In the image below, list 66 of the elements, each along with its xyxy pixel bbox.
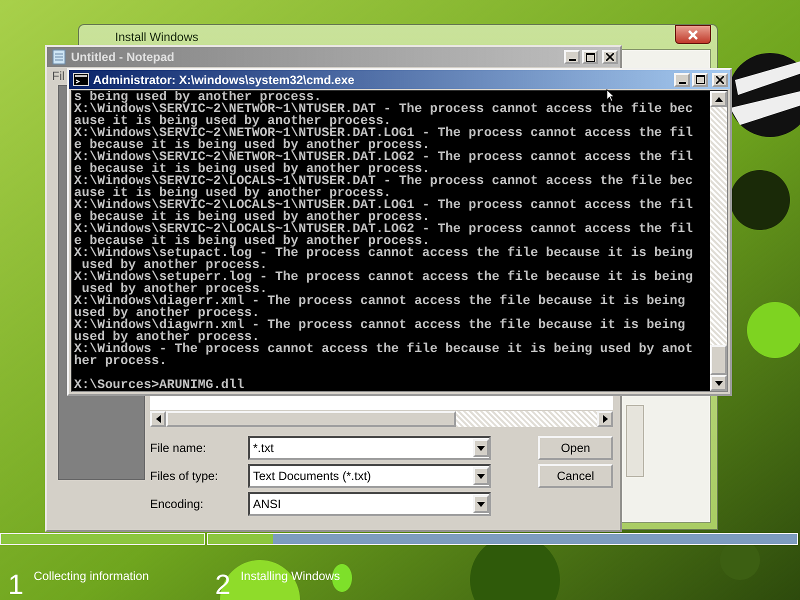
dropdown-arrow-icon (477, 502, 485, 506)
scrollbar-thumb[interactable] (710, 345, 727, 375)
right-arrow-icon (602, 415, 608, 423)
console-line: her process. (74, 355, 167, 367)
maximize-icon (586, 52, 594, 62)
window-title: Administrator: X:\windows\system32\cmd.exe (93, 72, 356, 86)
combo-box[interactable]: *.txt (248, 436, 491, 460)
step-number: 2 (215, 569, 231, 600)
console-line: X:\Windows\SERVIC~2\LOCALS~1\NTUSER.DAT - The process cannot access the file bec (74, 175, 693, 187)
console-line: X:\Windows - The process cannot access the file because it is being used by anot (74, 343, 693, 355)
console-prompt: X:\Sources>ARUNIMG.dll (74, 379, 244, 391)
field-label: Files of type: (150, 469, 220, 483)
combo-box[interactable]: Text Documents (*.txt) (248, 464, 491, 488)
down-arrow-icon (714, 380, 722, 386)
console-line: e because it is being used by another process. (74, 235, 430, 247)
console-line: used by another process. (74, 331, 260, 343)
console-line: X:\Windows\SERVIC~2\NETWOR~1\NTUSER.DAT.LOG1 - The process cannot access the fil (74, 127, 693, 139)
dropdown-arrow-icon (477, 474, 485, 478)
minimize-icon (678, 82, 686, 84)
console-icon (73, 73, 89, 86)
console-line: used by another process. (82, 259, 268, 271)
close-icon (606, 53, 614, 61)
maximize-button[interactable] (582, 50, 598, 64)
console-line: e because it is being used by another process. (74, 163, 430, 175)
horizontal-scrollbar[interactable] (150, 410, 613, 427)
dropdown-arrow-icon (477, 446, 485, 450)
vertical-scrollbar[interactable] (710, 91, 727, 391)
window-title: Install Windows (115, 30, 198, 44)
up-arrow-icon (714, 96, 722, 102)
console-line: X:\Windows\diagwrn.xml - The process cannot access the file because it is being (74, 319, 686, 331)
console-line: X:\Windows\SERVIC~2\LOCALS~1\NTUSER.DAT.LOG1 - The process cannot access the fil (74, 199, 693, 211)
console-line: X:\Windows\SERVIC~2\NETWOR~1\NTUSER.DAT.LOG2 - The process cannot access the fil (74, 151, 693, 163)
close-icon (716, 76, 724, 84)
field-label: Encoding: (150, 497, 204, 511)
menu-item[interactable]: Fil (52, 69, 65, 83)
step-number: 1 (8, 569, 24, 600)
console-line: ause it is being used by another process. (74, 187, 392, 199)
scrollbar-thumb[interactable] (166, 411, 456, 427)
console-line: used by another process. (82, 283, 268, 295)
close-button[interactable] (675, 25, 711, 44)
field-label: File name: (150, 441, 208, 455)
console-line: X:\Windows\SERVIC~2\NETWOR~1\NTUSER.DAT - The process cannot access the file bec (74, 103, 693, 115)
minimize-icon (568, 59, 576, 61)
console-line: e because it is being used by another process. (74, 211, 430, 223)
console-line: ause it is being used by another process. (74, 115, 392, 127)
minimize-button[interactable] (674, 72, 690, 86)
combo-box[interactable]: ANSI (248, 492, 491, 516)
minimize-button[interactable] (564, 50, 580, 64)
notepad-icon (51, 49, 67, 65)
left-arrow-icon (156, 415, 160, 423)
console-line: s being used by another process. (74, 91, 322, 103)
console-line: X:\Windows\setuperr.log - The process cannot access the file because it is being (74, 271, 693, 283)
console-line: e because it is being used by another process. (74, 139, 430, 151)
console-line: X:\Windows\setupact.log - The process cannot access the file because it is being (74, 247, 693, 259)
dialog-button[interactable]: Cancel (538, 464, 613, 488)
step-label: Installing Windows (240, 569, 340, 583)
console-line: used by another process. (74, 307, 260, 319)
console-line: X:\Windows\diagerr.xml - The process cannot access the file because it is being (74, 295, 686, 307)
console-line: X:\Windows\SERVIC~2\LOCALS~1\NTUSER.DAT.LOG2 - The process cannot access the fil (74, 223, 693, 235)
dialog-button[interactable]: Open (538, 436, 613, 460)
close-icon (687, 30, 699, 40)
step-label: Collecting information (34, 569, 149, 583)
scrollbar[interactable] (626, 405, 644, 477)
maximize-button[interactable] (692, 72, 708, 86)
maximize-icon (696, 75, 704, 84)
window-title: Untitled - Notepad (71, 50, 176, 64)
